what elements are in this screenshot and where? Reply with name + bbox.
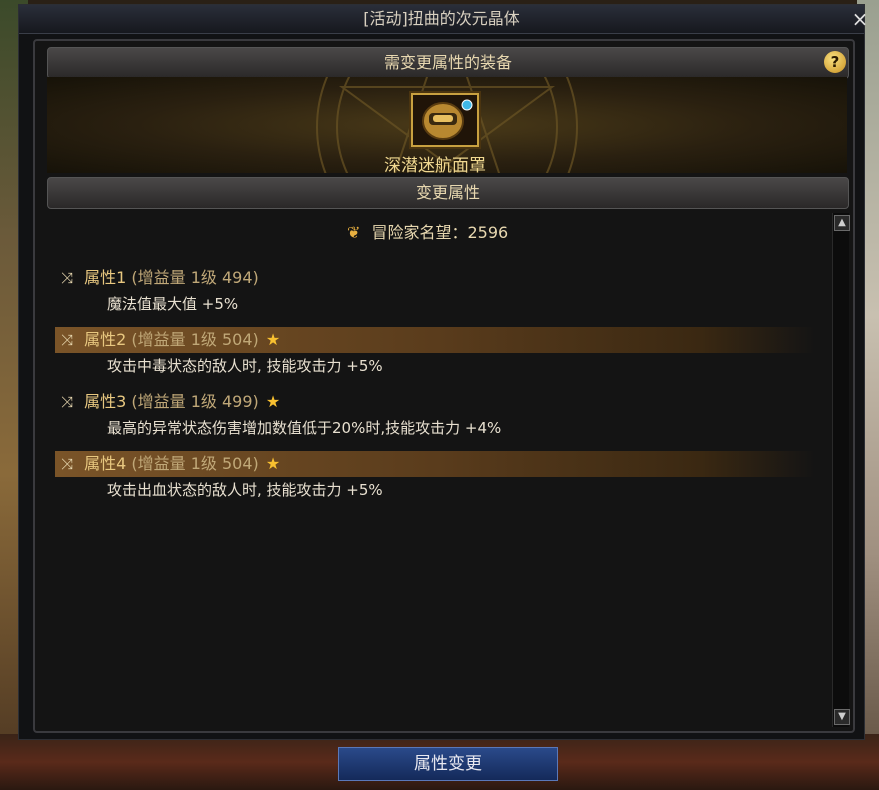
star-icon: ★ <box>265 392 281 411</box>
attribute-header: ⤨ 属性3 (增益量 1级 499) ★ <box>55 389 815 415</box>
attribute-name: 属性3 <box>84 392 127 411</box>
change-attribute-button[interactable]: 属性变更 <box>338 747 558 781</box>
equip-section-title: 需变更属性的装备 <box>383 53 512 72</box>
dialog-body: 需变更属性的装备 ? 深潜迷航面罩 变更属性 ❦ 冒险家名望：2596 ⤨ 属性… <box>33 39 855 733</box>
attribute-meta: (增益量 1级 504) <box>131 454 259 473</box>
attribute-item-3[interactable]: ⤨ 属性3 (增益量 1级 499) ★ 最高的异常状态伤害增加数值低于20%时… <box>55 389 815 449</box>
reputation-icon: ❦ <box>347 223 361 242</box>
attribute-list: ❦ 冒险家名望：2596 ⤨ 属性1 (增益量 1级 494) 魔法值最大值 +… <box>47 209 827 729</box>
star-icon: ★ <box>265 330 281 349</box>
change-section-header: 变更属性 <box>47 177 849 209</box>
diving-helmet-icon <box>422 99 473 140</box>
attribute-header: ⤨ 属性4 (增益量 1级 504) ★ <box>55 451 815 477</box>
scrollbar[interactable]: ▲ ▼ <box>832 213 850 727</box>
shuffle-icon: ⤨ <box>61 455 74 473</box>
change-section-title: 变更属性 <box>415 183 480 202</box>
attribute-item-4[interactable]: ⤨ 属性4 (增益量 1级 504) ★ 攻击出血状态的敌人时, 技能攻击力 +… <box>55 451 815 511</box>
attribute-desc: 最高的异常状态伤害增加数值低于20%时,技能攻击力 +4% <box>107 419 502 437</box>
attribute-name: 属性1 <box>84 268 127 287</box>
window-titlebar: [活动]扭曲的次元晶体 × <box>19 5 868 34</box>
reputation-display: ❦ 冒险家名望：2596 <box>347 219 508 243</box>
shuffle-icon: ⤨ <box>61 269 74 287</box>
attribute-item-1[interactable]: ⤨ 属性1 (增益量 1级 494) 魔法值最大值 +5% <box>55 265 815 325</box>
attribute-meta: (增益量 1级 499) <box>131 392 259 411</box>
attribute-item-2[interactable]: ⤨ 属性2 (增益量 1级 504) ★ 攻击中毒状态的敌人时, 技能攻击力 +… <box>55 327 815 387</box>
item-name: 深潜迷航面罩 <box>384 156 486 176</box>
shuffle-icon: ⤨ <box>61 393 74 411</box>
star-icon: ★ <box>265 454 281 473</box>
reputation-label: 冒险家名望：2596 <box>371 223 509 242</box>
attribute-name: 属性2 <box>84 330 127 349</box>
window-title: [活动]扭曲的次元晶体 <box>363 9 520 28</box>
scroll-up-button[interactable]: ▲ <box>834 215 850 231</box>
equipment-slot[interactable] <box>411 93 479 147</box>
attribute-desc: 攻击出血状态的敌人时, 技能攻击力 +5% <box>107 481 383 499</box>
attribute-meta: (增益量 1级 504) <box>131 330 259 349</box>
attribute-name: 属性4 <box>84 454 127 473</box>
attribute-desc: 攻击中毒状态的敌人时, 技能攻击力 +5% <box>107 357 383 375</box>
dialog-window: [活动]扭曲的次元晶体 × 需变更属性的装备 ? 深潜迷航面罩 变更属性 ❦ 冒… <box>18 4 868 740</box>
attribute-desc: 魔法值最大值 +5% <box>107 295 239 313</box>
attribute-meta: (增益量 1级 494) <box>131 268 259 287</box>
scroll-down-button[interactable]: ▼ <box>834 709 850 725</box>
attribute-header: ⤨ 属性2 (增益量 1级 504) ★ <box>55 327 815 353</box>
close-button[interactable]: × <box>848 7 872 31</box>
shuffle-icon: ⤨ <box>61 331 74 349</box>
equip-section-header: 需变更属性的装备 ? <box>47 47 849 79</box>
help-icon[interactable]: ? <box>824 51 846 73</box>
attribute-header: ⤨ 属性1 (增益量 1级 494) <box>55 265 815 291</box>
